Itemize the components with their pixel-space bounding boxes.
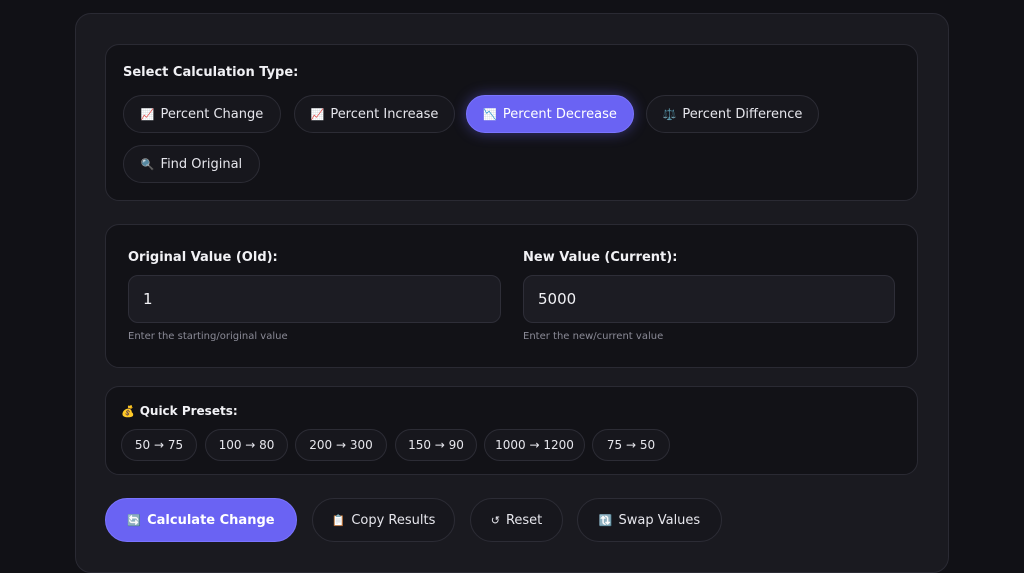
preset-chip[interactable]: 150 → 90 bbox=[395, 429, 477, 461]
swap-label: Swap Values bbox=[618, 512, 701, 528]
swap-values-button[interactable]: 🔃 Swap Values bbox=[577, 498, 722, 542]
preset-chip[interactable]: 1000 → 1200 bbox=[484, 429, 585, 461]
preset-chip[interactable]: 75 → 50 bbox=[592, 429, 670, 461]
clipboard-icon: 📋 bbox=[331, 513, 346, 527]
money-bag-icon: 💰 bbox=[121, 404, 135, 418]
preset-chip[interactable]: 100 → 80 bbox=[205, 429, 288, 461]
option-label: Percent Difference bbox=[682, 106, 803, 122]
copy-results-button[interactable]: 📋 Copy Results bbox=[312, 498, 455, 542]
option-percent-change[interactable]: 📈 Percent Change bbox=[123, 95, 281, 133]
chart-up-icon: 📈 bbox=[310, 107, 325, 121]
reset-button[interactable]: ↺ Reset bbox=[470, 498, 563, 542]
option-percent-decrease[interactable]: 📉 Percent Decrease bbox=[466, 95, 634, 133]
original-value-label: Original Value (Old): bbox=[128, 250, 278, 265]
magnifier-icon: 🔍 bbox=[140, 157, 155, 171]
original-value-input[interactable] bbox=[128, 275, 501, 323]
preset-chip[interactable]: 50 → 75 bbox=[121, 429, 197, 461]
option-label: Find Original bbox=[160, 156, 243, 172]
chart-down-icon: 📉 bbox=[483, 107, 497, 121]
chart-up-icon: 📈 bbox=[140, 107, 155, 121]
presets-title: Quick Presets: bbox=[139, 404, 238, 418]
swap-icon: 🔃 bbox=[598, 513, 613, 527]
new-value-hint: Enter the new/current value bbox=[523, 331, 664, 342]
option-label: Percent Increase bbox=[330, 106, 439, 122]
copy-label: Copy Results bbox=[351, 512, 436, 528]
new-value-input[interactable] bbox=[523, 275, 895, 323]
calculate-button[interactable]: 🔄 Calculate Change bbox=[105, 498, 297, 542]
option-find-original[interactable]: 🔍 Find Original bbox=[123, 145, 260, 183]
calc-type-title: Select Calculation Type: bbox=[123, 65, 299, 80]
preset-chip[interactable]: 200 → 300 bbox=[295, 429, 387, 461]
option-label: Percent Change bbox=[160, 106, 264, 122]
new-value-label: New Value (Current): bbox=[523, 250, 678, 265]
scales-icon: ⚖️ bbox=[662, 107, 677, 121]
reset-label: Reset bbox=[505, 512, 543, 528]
refresh-icon: 🔄 bbox=[127, 513, 142, 527]
option-percent-increase[interactable]: 📈 Percent Increase bbox=[294, 95, 455, 133]
original-value-hint: Enter the starting/original value bbox=[128, 331, 288, 342]
presets-header: 💰 Quick Presets: bbox=[121, 404, 238, 418]
reset-icon: ↺ bbox=[490, 513, 500, 527]
calculate-label: Calculate Change bbox=[147, 512, 275, 528]
option-percent-difference[interactable]: ⚖️ Percent Difference bbox=[646, 95, 819, 133]
option-label: Percent Decrease bbox=[502, 106, 617, 122]
